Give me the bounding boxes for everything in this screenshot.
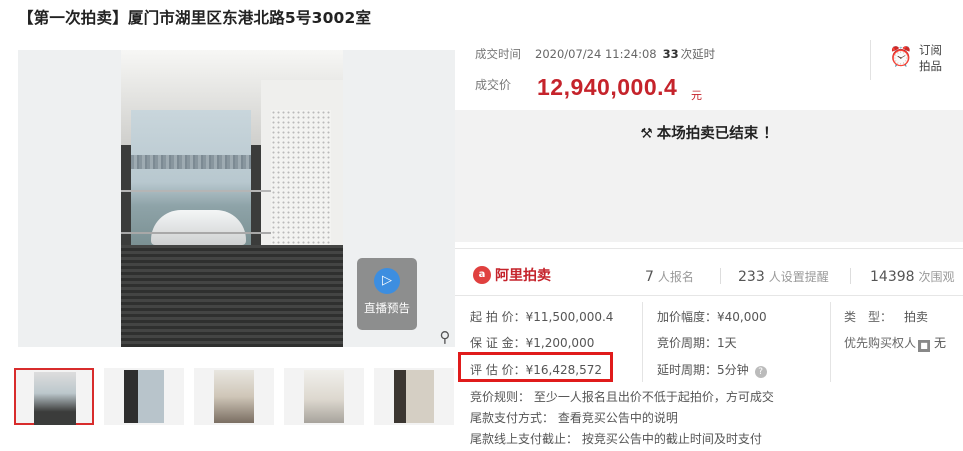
delay-period-row: 延时周期：5分钟? [657, 361, 767, 378]
speaker-icon: ▷ [374, 268, 400, 294]
delay-period: 延时周期：5分钟 [657, 363, 749, 377]
thumbnail-strip [14, 368, 464, 426]
auction-type-label: 类 型： [844, 310, 893, 324]
deal-price-unit: 元 [691, 89, 702, 102]
thumbnail-3[interactable] [194, 368, 274, 425]
magnifier-icon[interactable]: ⚲ [435, 327, 455, 347]
main-photo[interactable]: ▷ 直播预告 [18, 50, 455, 347]
deal-time-value: 2020/07/24 11:24:08 [535, 47, 657, 61]
stat-views: 14398 次围观 [870, 268, 955, 285]
bid-increment: 加价幅度：¥40,000 [657, 310, 767, 324]
page-title: 【第一次拍卖】厦门市湖里区东港北路5号3002室 [18, 9, 372, 27]
priority-buyer-row: 优先购买权人 ■ 无 [844, 334, 946, 352]
live-preview-button[interactable]: ▷ 直播预告 [357, 258, 417, 330]
thumbnail-5[interactable] [374, 368, 454, 425]
stat-reminders: 233 人设置提醒 [738, 268, 829, 285]
stat-reminders-label: 人设置提醒 [768, 270, 829, 284]
delay-unit: 次延时 [680, 47, 716, 61]
delay-count: 33 [662, 47, 679, 61]
stat-signups-num: 7 [645, 269, 654, 285]
stat-signups: 7 人报名 [645, 268, 694, 285]
live-preview-label: 直播预告 [364, 301, 410, 315]
tag-icon: ■ [918, 340, 931, 352]
divider [455, 295, 963, 296]
stat-reminders-num: 233 [738, 269, 765, 285]
alarm-clock-icon: ⏰ [889, 46, 913, 68]
final-payment-method: 尾款支付方式： 查看竞买公告中的说明 [470, 411, 678, 425]
ali-auction-logo-text: 阿里拍卖 [495, 268, 551, 284]
ali-auction-logo[interactable]: a 阿里拍卖 [473, 264, 551, 286]
auction-type-row: 类 型： 拍卖 [844, 308, 928, 325]
thumbnail-1[interactable] [14, 368, 94, 425]
bid-rule: 竞价规则： 至少一人报名且出价不低于起拍价，方可成交 [470, 390, 774, 404]
deal-price-label: 成交价 [475, 78, 512, 92]
deal-time-row: 成交时间 2020/07/24 11:24:08 33 次延时 [475, 46, 715, 62]
deposit: 保 证 金：¥1,200,000 [470, 336, 595, 350]
subscribe-button[interactable]: ⏰ 订阅拍品 [870, 40, 963, 80]
priority-buyer-value: 无 [934, 336, 947, 350]
stat-views-label: 次围观 [918, 270, 955, 284]
help-icon[interactable]: ? [754, 366, 767, 378]
stat-views-num: 14398 [870, 269, 915, 285]
deal-price-value: 12,940,000.4 [537, 74, 678, 100]
payment-deadline: 尾款线上支付截止： 按竞买公告中的截止时间及时支付 [470, 432, 762, 446]
priority-buyer-label: 优先购买权人 [844, 336, 917, 350]
divider [455, 248, 963, 249]
start-price: 起 拍 价：¥11,500,000.4 [470, 310, 614, 324]
deal-time-label: 成交时间 [475, 47, 521, 61]
thumbnail-4[interactable] [284, 368, 364, 425]
ali-auction-logo-icon: a [473, 266, 491, 284]
auction-type-value: 拍卖 [904, 310, 929, 324]
auction-ended-message: 本场拍卖已结束 ！ [656, 126, 778, 142]
auction-ended-banner: ⚒ 本场拍卖已结束 ！ [455, 110, 963, 242]
property-photo [121, 50, 343, 347]
thumbnail-2[interactable] [104, 368, 184, 425]
bid-period: 竞价周期：1天 [657, 336, 737, 350]
appraisal-highlight-box [458, 352, 613, 382]
subscribe-label: 订阅拍品 [919, 43, 942, 73]
gavel-icon: ⚒ [640, 126, 653, 142]
stat-signups-label: 人报名 [657, 270, 694, 284]
